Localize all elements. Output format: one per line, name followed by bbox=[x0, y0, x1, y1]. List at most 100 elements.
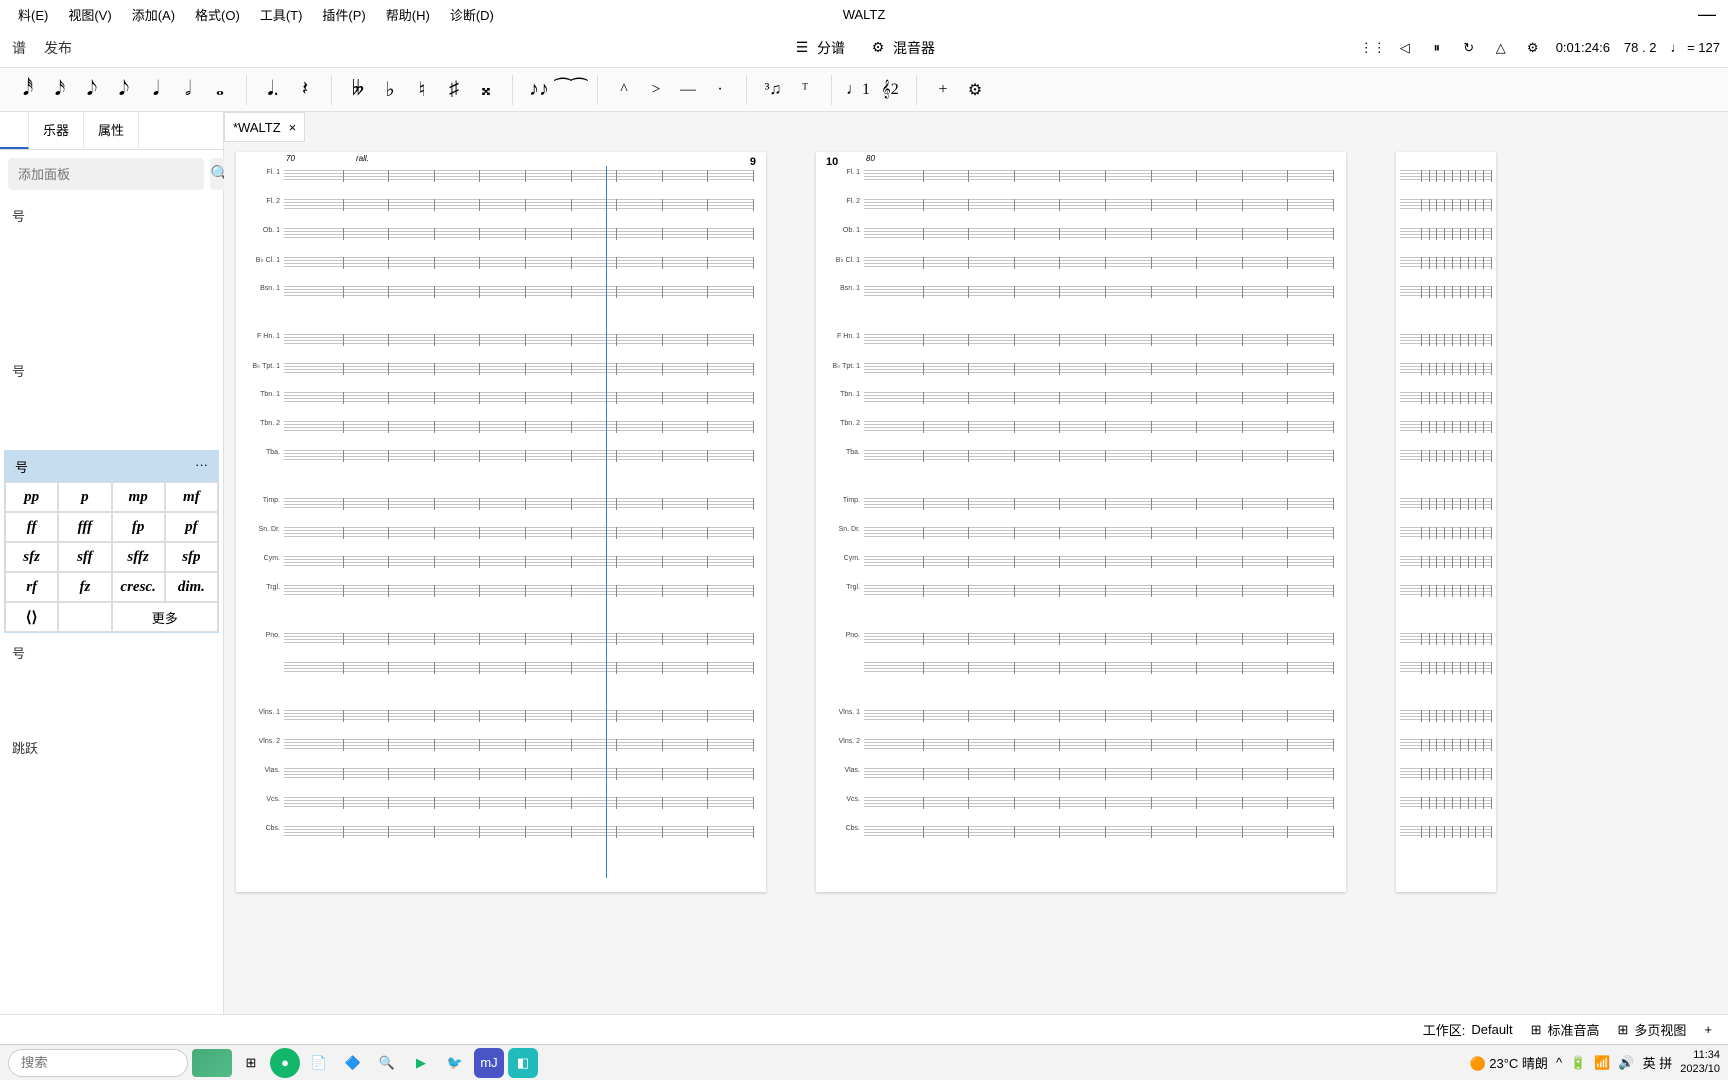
staff[interactable] bbox=[1400, 764, 1492, 784]
tab-palettes[interactable] bbox=[0, 112, 29, 149]
score-page-10[interactable]: 10 80 Fl. 1Fl. 2Ob. 1B♭ Cl. 1Bsn. 1F Hn.… bbox=[816, 152, 1346, 892]
staff[interactable]: Vcs. bbox=[864, 793, 1334, 813]
staff[interactable] bbox=[1400, 446, 1492, 466]
sharp[interactable]: ♯ bbox=[440, 72, 468, 108]
dynamic-fff[interactable]: fff bbox=[58, 512, 111, 542]
staff[interactable]: Fl. 2 bbox=[284, 195, 754, 215]
dynamic-pf[interactable]: pf bbox=[165, 512, 218, 542]
staff[interactable]: Vlns. 2 bbox=[284, 735, 754, 755]
staff[interactable]: Fl. 1 bbox=[864, 166, 1334, 186]
score-page-next[interactable] bbox=[1396, 152, 1496, 892]
app-icon[interactable]: ● bbox=[270, 1048, 300, 1078]
natural[interactable]: ♮ bbox=[408, 72, 436, 108]
zoom-in[interactable]: + bbox=[1704, 1022, 1712, 1037]
staff[interactable] bbox=[1400, 282, 1492, 302]
double-flat[interactable]: 𝄫 bbox=[344, 72, 372, 108]
musescore-app-icon[interactable]: mJ bbox=[474, 1048, 504, 1078]
dynamic-sfz[interactable]: sfz bbox=[5, 542, 58, 572]
dot-button[interactable]: 𝅘𝅥. bbox=[259, 72, 287, 108]
staff[interactable] bbox=[1400, 822, 1492, 842]
staff[interactable]: F Hn. 1 bbox=[284, 330, 754, 350]
note-16th[interactable]: 𝅘𝅥𝅮 bbox=[78, 72, 106, 108]
staff[interactable]: B♭ Cl. 1 bbox=[284, 253, 754, 273]
dynamic-mp[interactable]: mp bbox=[112, 482, 165, 512]
rest-button[interactable]: 𝄽 bbox=[291, 72, 319, 108]
staff[interactable]: Tba. bbox=[284, 446, 754, 466]
staff[interactable]: B♭ Tpt. 1 bbox=[864, 359, 1334, 379]
concert-pitch[interactable]: ⊞ 标准音高 bbox=[1531, 1020, 1600, 1039]
dynamics-title[interactable]: 号 bbox=[15, 457, 28, 476]
add-button[interactable]: + bbox=[929, 72, 957, 108]
toolbar-settings[interactable]: ⚙ bbox=[961, 72, 989, 108]
staff[interactable]: Vlas. bbox=[864, 764, 1334, 784]
staff[interactable]: B♭ Cl. 1 bbox=[864, 253, 1334, 273]
dynamic-dim[interactable]: dim. bbox=[165, 572, 218, 602]
tab-instruments[interactable]: 乐器 bbox=[29, 112, 84, 149]
pause-icon[interactable]: ⏸ bbox=[1428, 39, 1446, 57]
workspace-selector[interactable]: 工作区: Default bbox=[1423, 1020, 1513, 1039]
menu-format[interactable]: 格式(O) bbox=[185, 2, 250, 27]
menu-diagnostic[interactable]: 诊断(D) bbox=[440, 2, 504, 27]
palette-section-jumps[interactable]: 跳跃 bbox=[0, 730, 223, 765]
app-icon[interactable]: 🐦 bbox=[440, 1048, 470, 1078]
staff[interactable]: Cbs. bbox=[284, 822, 754, 842]
tie-button[interactable]: ♪♪ bbox=[525, 72, 553, 108]
marcato[interactable]: ^ bbox=[610, 72, 638, 108]
staff[interactable] bbox=[1400, 552, 1492, 572]
staff[interactable]: Tba. bbox=[864, 446, 1334, 466]
staff[interactable]: Ob. 1 bbox=[864, 224, 1334, 244]
tray-chevron-icon[interactable]: ^ bbox=[1556, 1055, 1562, 1070]
view-mode[interactable]: ⊞ 多页视图 bbox=[1617, 1020, 1686, 1039]
dynamic-rf[interactable]: rf bbox=[5, 572, 58, 602]
more-button[interactable]: 更多 bbox=[112, 602, 219, 632]
staff[interactable]: Tbn. 1 bbox=[284, 388, 754, 408]
double-sharp[interactable]: 𝄪 bbox=[472, 72, 500, 108]
home-tab[interactable]: 谱 bbox=[12, 38, 26, 58]
app-icon[interactable]: 🔷 bbox=[338, 1048, 368, 1078]
staff[interactable] bbox=[1400, 417, 1492, 437]
flip-button[interactable]: ᵀ bbox=[791, 72, 819, 108]
tenuto[interactable]: — bbox=[674, 72, 702, 108]
dynamic-mf[interactable]: mf bbox=[165, 482, 218, 512]
menu-tools[interactable]: 工具(T) bbox=[250, 2, 313, 27]
tray-icon[interactable]: 🔋 bbox=[1570, 1055, 1586, 1071]
menu-add[interactable]: 添加(A) bbox=[122, 2, 185, 27]
app-icon[interactable]: 📄 bbox=[304, 1048, 334, 1078]
staff[interactable] bbox=[1400, 166, 1492, 186]
settings-icon[interactable]: ⚙ bbox=[1524, 39, 1542, 57]
staff[interactable] bbox=[1400, 388, 1492, 408]
loop-icon[interactable]: ↻ bbox=[1460, 39, 1478, 57]
staff[interactable] bbox=[1400, 793, 1492, 813]
hairpin[interactable]: ⟨⟩ bbox=[5, 602, 58, 632]
note-8th[interactable]: 𝅘𝅥𝅮 bbox=[110, 72, 138, 108]
staff[interactable]: Vlas. bbox=[284, 764, 754, 784]
staff[interactable] bbox=[284, 658, 754, 678]
staff[interactable]: Cym. bbox=[864, 552, 1334, 572]
staff[interactable] bbox=[1400, 224, 1492, 244]
slur-button[interactable]: ⁀⁀ bbox=[557, 72, 585, 108]
rewind-icon[interactable]: ◁ bbox=[1396, 39, 1414, 57]
dynamic-sff[interactable]: sff bbox=[58, 542, 111, 572]
dynamic-fz[interactable]: fz bbox=[58, 572, 111, 602]
staff[interactable]: Fl. 1 bbox=[284, 166, 754, 186]
staff[interactable]: Vlns. 1 bbox=[284, 706, 754, 726]
staff[interactable]: Timp. bbox=[864, 494, 1334, 514]
widgets-icon[interactable] bbox=[192, 1049, 232, 1077]
dynamic-fp[interactable]: fp bbox=[112, 512, 165, 542]
score-canvas[interactable]: *WALTZ × 9 70 rall. Fl. 1Fl. 2Ob. 1B♭ Cl… bbox=[224, 112, 1728, 1014]
app-icon[interactable]: ◧ bbox=[508, 1048, 538, 1078]
weather[interactable]: 🟠 23°C 晴朗 bbox=[1469, 1053, 1547, 1072]
staff[interactable] bbox=[1400, 494, 1492, 514]
mixer-button[interactable]: ⚙ 混音器 bbox=[869, 38, 935, 58]
palette-section[interactable]: 号 bbox=[0, 635, 223, 670]
staff[interactable] bbox=[864, 658, 1334, 678]
staff[interactable] bbox=[1400, 706, 1492, 726]
staccato[interactable]: · bbox=[706, 72, 734, 108]
note-64th[interactable]: 𝅘𝅥𝅰 bbox=[14, 72, 42, 108]
ime-indicator[interactable]: 英 拼 bbox=[1643, 1053, 1673, 1072]
staff[interactable]: Cbs. bbox=[864, 822, 1334, 842]
staff[interactable]: Tbn. 2 bbox=[864, 417, 1334, 437]
close-tab-icon[interactable]: × bbox=[289, 120, 297, 135]
minimize-button[interactable]: — bbox=[1698, 4, 1716, 25]
metronome-icon[interactable]: △ bbox=[1492, 39, 1510, 57]
